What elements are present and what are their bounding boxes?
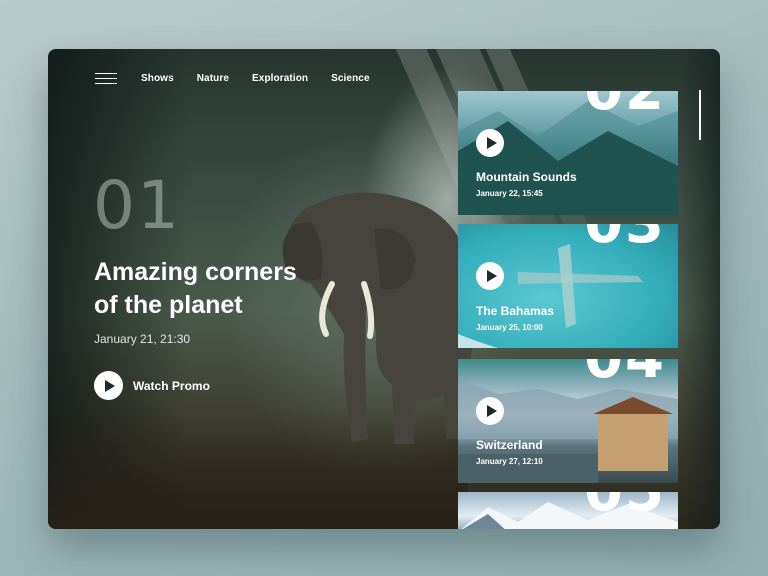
tile-date: January 22, 15:45 [476,189,543,198]
hero-title: Amazing corners of the planet [94,256,354,322]
hero-title-line-2: of the planet [94,291,243,319]
tile-number: 02 [584,91,666,119]
menu-icon[interactable] [95,73,117,85]
top-nav: Shows Nature Exploration Science [141,73,370,84]
show-tile-the-bahamas[interactable]: 03 The Bahamas January 25, 10:00 [458,224,678,348]
tile-number: 05 [584,492,666,520]
nav-item-science[interactable]: Science [331,73,370,84]
tile-title: Mountain Sounds [476,170,577,184]
play-icon[interactable] [476,129,504,157]
tile-title: Switzerland [476,438,543,452]
hero-title-line-1: Amazing corners [94,258,297,286]
tile-title: The Bahamas [476,304,555,318]
show-tile-mountain-sounds[interactable]: 02 Mountain Sounds January 22, 15:45 [458,91,678,215]
play-icon[interactable] [476,262,504,290]
tile-date: January 25, 10:00 [476,323,543,332]
play-icon [94,371,123,400]
hero-date: January 21, 21:30 [94,332,191,346]
tile-number: 03 [584,224,666,252]
nav-item-nature[interactable]: Nature [197,73,229,84]
play-icon[interactable] [476,397,504,425]
tile-number: 04 [584,359,666,387]
nav-item-shows[interactable]: Shows [141,73,174,84]
nav-item-exploration[interactable]: Exploration [252,73,308,84]
show-tile-05[interactable]: 05 [458,492,678,529]
tile-date: January 27, 12:10 [476,457,543,466]
show-tile-switzerland[interactable]: 04 Switzerland January 27, 12:10 [458,359,678,483]
hero-number: 01 [93,167,181,244]
scroll-indicator[interactable] [699,90,701,140]
watch-promo-label: Watch Promo [133,378,210,393]
watch-promo-button[interactable]: Watch Promo [94,371,210,400]
main-card: Shows Nature Exploration Science 01 Amaz… [48,49,720,529]
